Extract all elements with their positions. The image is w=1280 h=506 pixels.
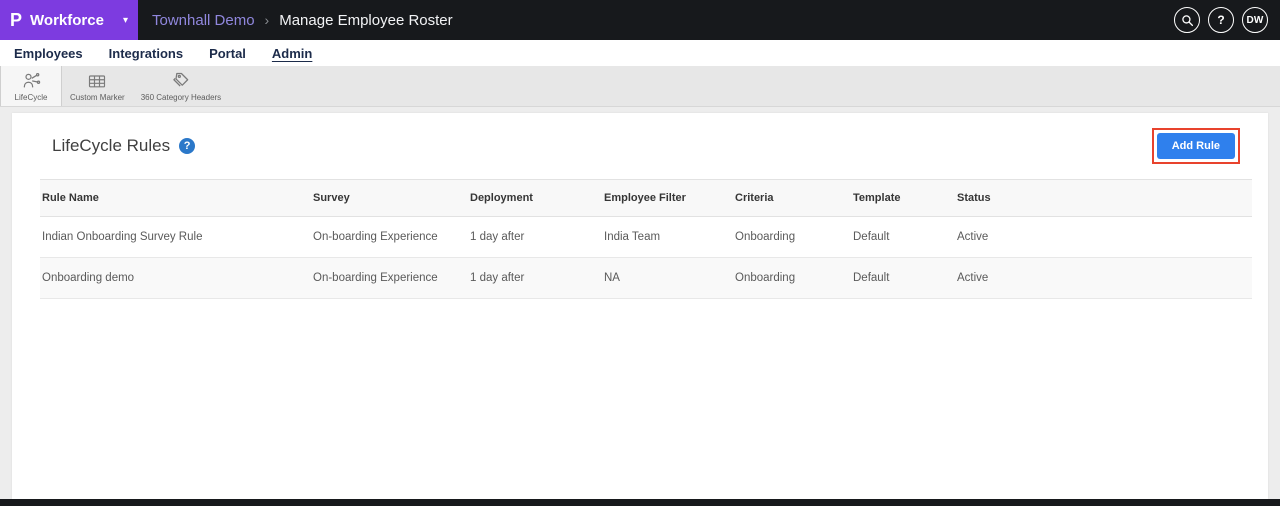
col-header-template: Template [853,180,957,217]
workforce-logo-icon: P [10,11,22,29]
cell-rule-name: Indian Onboarding Survey Rule [40,217,313,258]
workspace-switcher[interactable]: P Workforce ▾ [0,0,138,40]
chevron-down-icon: ▾ [123,15,128,26]
cell-deployment: 1 day after [470,258,604,299]
cell-survey: On-boarding Experience [313,258,470,299]
table-row[interactable]: Onboarding demo On-boarding Experience 1… [40,258,1252,299]
subtab-lifecycle-label: LifeCycle [15,93,48,102]
search-icon [1181,14,1194,27]
nav-item-employees[interactable]: Employees [14,46,83,61]
breadcrumb-parent-link[interactable]: Townhall Demo [152,12,255,29]
search-button[interactable] [1174,7,1200,33]
avatar-initials: DW [1246,15,1263,26]
subtab-360-category-headers[interactable]: 360 Category Headers [133,66,230,106]
bottom-bar [0,499,1280,506]
nav-item-portal[interactable]: Portal [209,46,246,61]
rules-table-container: Rule Name Survey Deployment Employee Fil… [40,179,1252,299]
breadcrumb-separator-icon: › [265,12,270,28]
cell-rule-name: Onboarding demo [40,258,313,299]
subtab-custom-marker-label: Custom Marker [70,93,125,102]
breadcrumb-current: Manage Employee Roster [279,12,452,29]
primary-nav: Employees Integrations Portal Admin [0,40,1280,66]
cell-status: Active [957,217,1252,258]
title-help-icon[interactable]: ? [179,138,195,154]
breadcrumb: Townhall Demo › Manage Employee Roster [152,12,453,29]
cell-survey: On-boarding Experience [313,217,470,258]
lifecycle-icon [21,71,41,91]
cell-template: Default [853,258,957,299]
cell-employee-filter: NA [604,258,735,299]
card-header: LifeCycle Rules ? Add Rule [12,113,1268,179]
help-button[interactable]: ? [1208,7,1234,33]
content-area: LifeCycle Rules ? Add Rule Rule Name Sur… [0,107,1280,499]
col-header-status: Status [957,180,1252,217]
subtab-lifecycle[interactable]: LifeCycle [0,66,62,106]
cell-employee-filter: India Team [604,217,735,258]
cell-deployment: 1 day after [470,217,604,258]
rules-table: Rule Name Survey Deployment Employee Fil… [40,179,1252,299]
cell-criteria: Onboarding [735,258,853,299]
table-row[interactable]: Indian Onboarding Survey Rule On-boardin… [40,217,1252,258]
admin-toolbar: LifeCycle Custom Marker 360 Category Hea… [0,66,1280,107]
col-header-rule-name: Rule Name [40,180,313,217]
nav-item-integrations[interactable]: Integrations [109,46,183,61]
cell-status: Active [957,258,1252,299]
col-header-survey: Survey [313,180,470,217]
avatar[interactable]: DW [1242,7,1268,33]
topbar-actions: ? DW [1174,7,1280,33]
cell-template: Default [853,217,957,258]
subtab-custom-marker[interactable]: Custom Marker [62,66,133,106]
custom-marker-icon [86,71,108,91]
help-glyph: ? [1217,13,1224,27]
subtab-360-category-headers-label: 360 Category Headers [141,93,222,102]
lifecycle-rules-card: LifeCycle Rules ? Add Rule Rule Name Sur… [12,113,1268,499]
col-header-employee-filter: Employee Filter [604,180,735,217]
brand-name: Workforce [30,12,117,29]
cell-criteria: Onboarding [735,217,853,258]
table-header-row: Rule Name Survey Deployment Employee Fil… [40,180,1252,217]
category-headers-icon [171,71,191,91]
topbar: P Workforce ▾ Townhall Demo › Manage Emp… [0,0,1280,40]
nav-item-admin[interactable]: Admin [272,46,312,61]
annotation-highlight: Add Rule [1152,128,1240,164]
col-header-deployment: Deployment [470,180,604,217]
col-header-criteria: Criteria [735,180,853,217]
add-rule-button[interactable]: Add Rule [1157,133,1235,159]
page-title: LifeCycle Rules [52,136,170,156]
